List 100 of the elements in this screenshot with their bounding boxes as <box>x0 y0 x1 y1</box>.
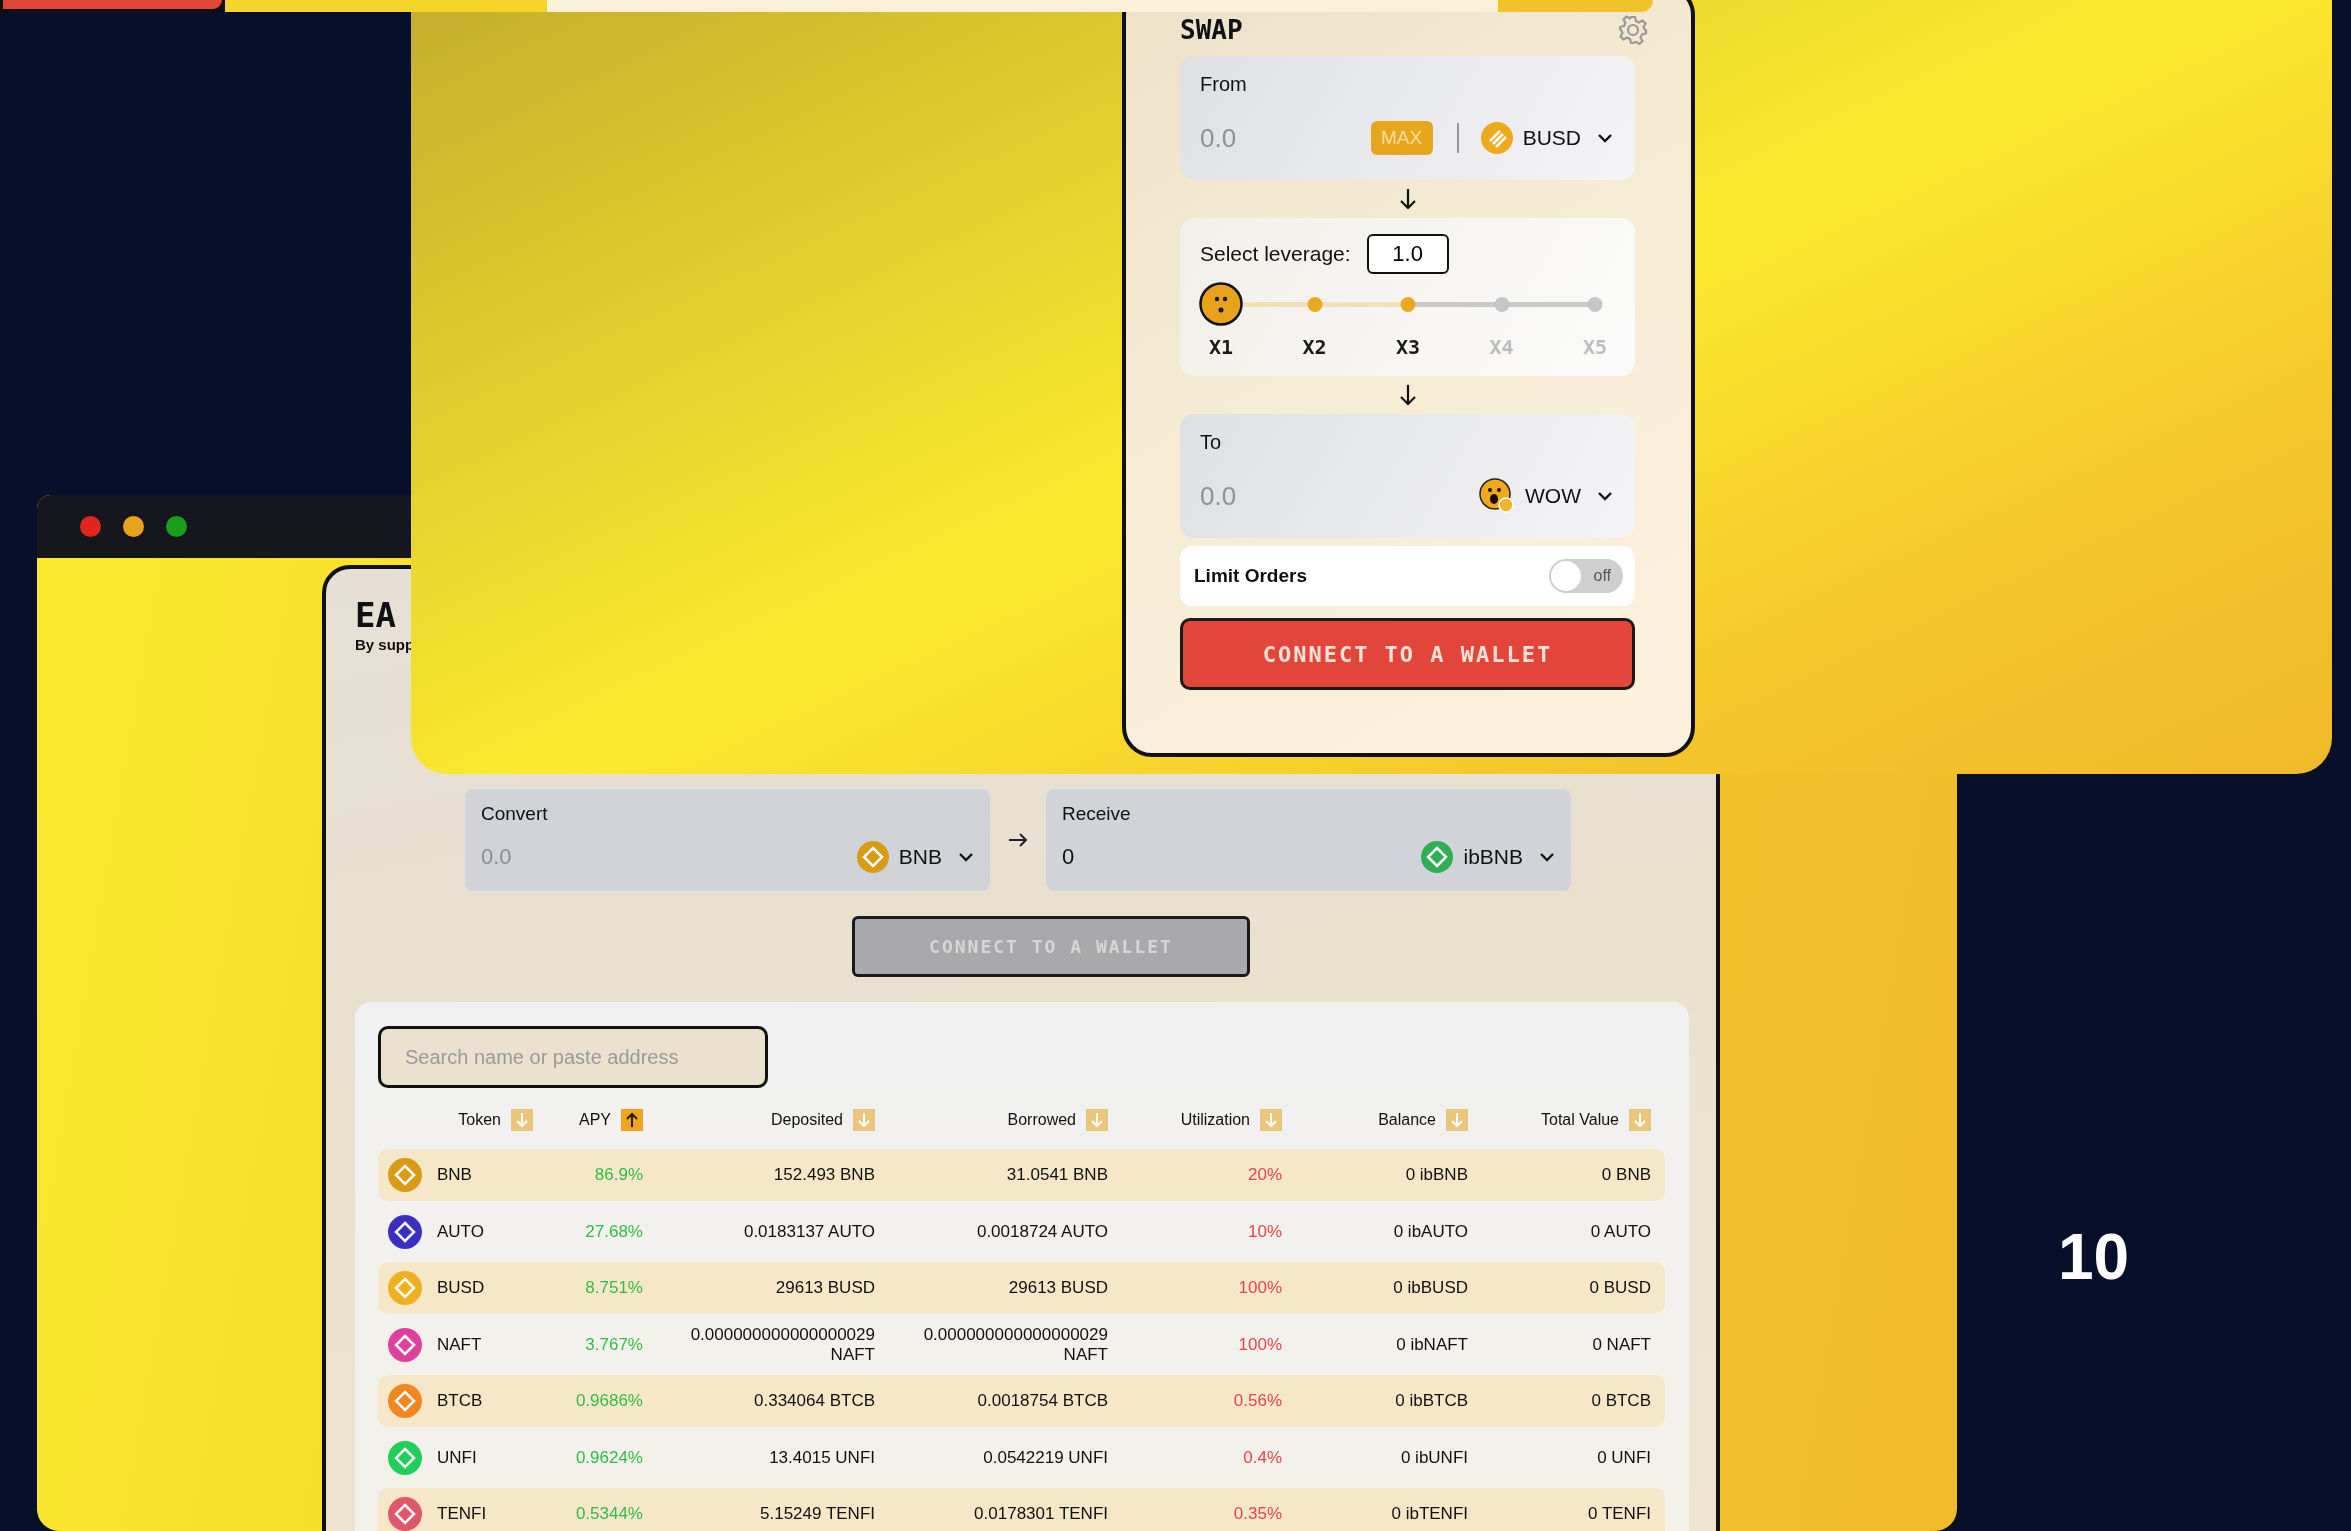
table-cell: 10% <box>1247 1221 1282 1241</box>
table-cell: 0.9686% <box>575 1391 643 1410</box>
table-row[interactable]: BTCB 0.9686% 0.334064 BTCB 0.0018754 BTCB 0.56% 0 ibBTCB 0 BTCB <box>378 1375 1665 1427</box>
table-cell: 0 BTCB <box>1591 1391 1651 1410</box>
maximize-button[interactable] <box>166 516 187 537</box>
column-header[interactable]: Total Value <box>1541 1111 1619 1129</box>
table-cell: 8.751% <box>585 1278 643 1297</box>
table-cell: 5.15249 TENFI <box>760 1504 875 1523</box>
arrow-right-icon <box>1008 832 1028 848</box>
column-header[interactable]: Utilization <box>1180 1111 1250 1129</box>
token-icon <box>388 1497 422 1531</box>
table-cell: 0 ibTENFI <box>1391 1504 1468 1523</box>
app-title: EA <box>355 595 396 635</box>
table-cell: 29613 BUSD <box>775 1278 875 1297</box>
table-cell: BUSD <box>437 1278 485 1298</box>
table-row[interactable]: UNFI 0.9624% 13.4015 UNFI 0.0542219 UNFI 0.4% 0 ibUNFI 0 UNFI <box>378 1431 1665 1484</box>
table-cell: BTCB <box>437 1391 483 1411</box>
table-cell: 0 ibBTCB <box>1395 1391 1468 1410</box>
column-header[interactable]: Token <box>458 1111 501 1129</box>
chevron-down-icon <box>1597 133 1613 143</box>
token-selector[interactable]: BUSD <box>1480 122 1613 154</box>
table-cell: 20% <box>1247 1165 1282 1184</box>
table-cell: NAFT <box>437 1334 482 1355</box>
token-selector[interactable]: ibBNB <box>1421 841 1555 873</box>
table-cell: 29613 BUSD <box>1008 1278 1108 1297</box>
table-cell: 0 AUTO <box>1590 1221 1651 1241</box>
step-label: X1 <box>1208 334 1234 360</box>
leverage-field[interactable]: 1.0 <box>1366 234 1449 274</box>
table-cell: 3.767% <box>585 1334 643 1354</box>
table-row[interactable]: BNB 86.9% 152.493 BNB 31.0541 BNB 20% 0 ibBNB 0 BNB <box>378 1149 1665 1201</box>
table-cell: 0.0542219 UNFI <box>983 1447 1108 1467</box>
table-cell: 86.9% <box>594 1165 643 1184</box>
amount-field[interactable]: 0 <box>1062 844 1422 870</box>
token-selector[interactable]: BNB <box>856 841 974 873</box>
table-cell: 0.0183137 AUTO <box>743 1221 875 1241</box>
table-cell: 0.0018754 BTCB <box>977 1391 1108 1410</box>
slider-thumb[interactable] <box>1199 282 1243 326</box>
chevron-down-icon <box>958 852 974 862</box>
token-icon <box>388 1384 422 1418</box>
step-label: X3 <box>1395 334 1421 360</box>
table-cell: 100% <box>1238 1278 1282 1297</box>
token-icon <box>388 1158 422 1192</box>
amount-field[interactable]: 0.0 <box>481 844 857 870</box>
toggle-switch[interactable]: off <box>1549 559 1623 593</box>
table-cell: 100% <box>1238 1334 1282 1354</box>
token-icon <box>1421 841 1454 873</box>
table-cell: TENFI <box>437 1504 487 1524</box>
page-number: 10 <box>2058 1222 2130 1292</box>
close-button[interactable] <box>80 516 101 537</box>
sort-button[interactable] <box>621 1109 643 1131</box>
column-header[interactable]: Borrowed <box>1007 1111 1076 1129</box>
emoji-face-icon <box>1479 478 1515 514</box>
settings-button[interactable] <box>1617 14 1649 46</box>
column-header[interactable]: Deposited <box>770 1111 843 1129</box>
amount-field[interactable]: 0.0 <box>1200 122 1371 154</box>
table-cell: 0 ibAUTO <box>1393 1221 1468 1241</box>
table-cell: 0 NAFT <box>1592 1334 1651 1354</box>
table-cell: 0.56% <box>1233 1391 1282 1410</box>
table-cell: 152.493 BNB <box>773 1165 875 1184</box>
token-selector[interactable]: WOW <box>1479 478 1613 514</box>
token-icon <box>388 1440 422 1475</box>
table-cell: 0.5344% <box>575 1504 643 1523</box>
token-icon <box>1480 122 1513 154</box>
table-cell: 0 ibUNFI <box>1400 1447 1468 1467</box>
table-cell: 0 BNB <box>1601 1165 1651 1184</box>
amount-field[interactable]: 0.0 <box>1200 480 1479 512</box>
field-label: Receive <box>1062 803 1132 825</box>
slider-step[interactable] <box>1400 297 1416 312</box>
table-row[interactable]: TENFI 0.5344% 5.15249 TENFI 0.0178301 TENFI 0.35% 0 ibTENFI 0 TENFI <box>378 1488 1665 1531</box>
table-cell: 0.0178301 TENFI <box>974 1504 1108 1523</box>
table-cell: 0.000000000000000029 NAFT <box>923 1324 1108 1364</box>
table-cell: 0 ibBNB <box>1405 1165 1468 1184</box>
slider-step[interactable] <box>1307 297 1322 312</box>
arrow-down-icon <box>1399 384 1417 406</box>
column-header[interactable]: Balance <box>1378 1111 1436 1129</box>
table-cell: 13.4015 UNFI <box>769 1447 875 1467</box>
minimize-button[interactable] <box>123 516 144 537</box>
table-cell: 0 UNFI <box>1597 1447 1651 1467</box>
search-field[interactable]: Search name or paste address <box>378 1026 768 1088</box>
token-icon <box>388 1271 422 1305</box>
step-label: X4 <box>1489 334 1514 360</box>
swap-title: SWAP <box>1180 16 1243 44</box>
table-row[interactable]: NAFT 3.767% 0.000000000000000029 NAFT 0.000000000000000029 NAFT 100% 0 ibNAFT 0 NAFT <box>378 1318 1665 1371</box>
table-cell: 27.68% <box>585 1221 643 1241</box>
table-row[interactable]: BUSD 8.751% 29613 BUSD 29613 BUSD 100% 0 ibBUSD 0 BUSD <box>378 1262 1665 1314</box>
table-cell: 0.334064 BTCB <box>754 1391 875 1410</box>
table-cell: 0.000000000000000029 NAFT <box>690 1324 875 1364</box>
table-row[interactable]: AUTO 27.68% 0.0183137 AUTO 0.0018724 AUTO 10% 0 ibAUTO 0 AUTO <box>378 1205 1665 1258</box>
field-label: Select leverage: <box>1200 242 1351 266</box>
slider-step[interactable] <box>1587 297 1603 312</box>
step-label: X2 <box>1302 334 1327 360</box>
field-label: From <box>1200 72 1248 96</box>
slider-step[interactable] <box>1494 297 1509 312</box>
table-cell: 0.0018724 AUTO <box>976 1221 1108 1241</box>
field-label: To <box>1200 430 1223 454</box>
table-cell: 0 BUSD <box>1589 1278 1651 1297</box>
step-label: X5 <box>1582 334 1608 360</box>
table-cell: BNB <box>437 1165 472 1185</box>
column-header[interactable]: APY <box>579 1111 611 1129</box>
token-icon <box>388 1327 422 1362</box>
